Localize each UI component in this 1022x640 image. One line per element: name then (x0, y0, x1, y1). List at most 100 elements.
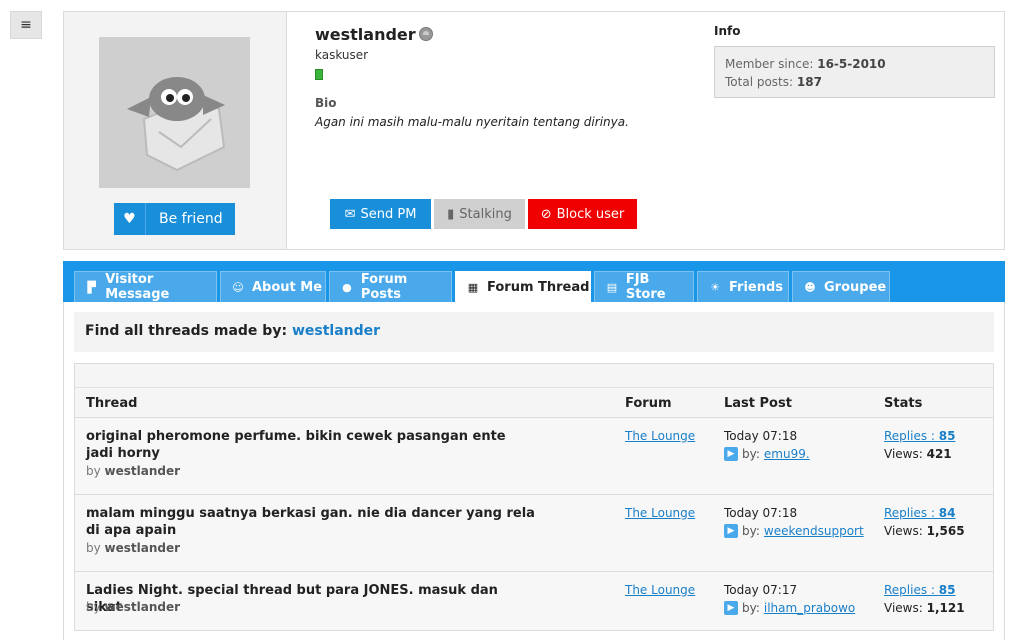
views-label: Views: (884, 601, 923, 615)
author-name: westlander (104, 541, 181, 555)
profile-card: ♥ Be friend westlander kaskuser Bio Agan… (63, 11, 1005, 250)
send-pm-label: Send PM (360, 206, 417, 222)
last-post-time: Today 07:18 (724, 506, 798, 520)
author-name: westlander (104, 600, 181, 614)
reputation-icon (315, 69, 323, 80)
tab-friends[interactable]: ☀ Friends (697, 271, 789, 302)
be-friend-label: Be friend (159, 211, 223, 227)
block-user-button[interactable]: ⊘ Block user (528, 199, 637, 229)
stalking-label: Stalking (459, 206, 512, 222)
last-post-by: ▶ by: ilham_prabowo (724, 601, 855, 615)
menu-button[interactable]: ≡ (10, 11, 42, 39)
arrow-right-icon[interactable]: ▶ (724, 447, 738, 461)
replies-count: 84 (938, 506, 956, 520)
tab-about-me[interactable]: ☺ About Me (220, 271, 326, 302)
last-post-user-link[interactable]: weekendsupport (764, 524, 864, 538)
find-threads-bar: Find all threads made by: westlander (74, 312, 994, 352)
author-name: westlander (104, 464, 181, 478)
hamburger-icon: ≡ (20, 17, 32, 33)
message-icon: ▛ (87, 280, 96, 294)
last-post-user-link[interactable]: emu99. (764, 447, 810, 461)
tab-label: Forum Posts (360, 272, 408, 302)
tab-label: Forum Thread (487, 279, 590, 295)
table-header: Thread Forum Last Post Stats (75, 388, 993, 418)
by-label: by (86, 600, 101, 614)
bulb-icon: ☀ (710, 280, 720, 294)
last-post-time: Today 07:17 (724, 583, 798, 597)
bio-text: Agan ini masih malu-malu nyeritain tenta… (315, 115, 629, 129)
table-toolbar (75, 364, 993, 388)
calendar-icon: ▦ (467, 280, 479, 294)
replies-label: Replies : (884, 506, 935, 520)
arrow-right-icon[interactable]: ▶ (724, 601, 738, 615)
table-row: Ladies Night. special thread but para JO… (75, 572, 993, 631)
heart-icon: ♥ (114, 203, 146, 235)
info-box: Member since: 16-5-2010 Total posts: 187 (714, 46, 995, 98)
bio-heading: Bio (315, 96, 337, 110)
tab-label: FJB Store (625, 272, 666, 302)
user-icon: ☺ (232, 280, 244, 294)
col-thread: Thread (86, 396, 138, 411)
offline-status-icon (419, 27, 433, 41)
avatar (99, 37, 250, 188)
last-post-user-link[interactable]: ilham_prabowo (764, 601, 855, 615)
be-friend-button[interactable]: ♥ Be friend (114, 203, 235, 235)
lp-by-label: by: (742, 601, 760, 615)
total-posts-label: Total posts: (725, 75, 794, 89)
col-last-post: Last Post (724, 396, 792, 411)
views-count: 421 (926, 447, 952, 461)
replies-count: 85 (938, 583, 956, 597)
by-label: by (86, 464, 101, 478)
envelope-icon: ✉ (344, 206, 356, 222)
member-since-value: 16-5-2010 (817, 57, 886, 71)
replies-link[interactable]: Replies : 84 (884, 506, 956, 520)
replies-label: Replies : (884, 429, 935, 443)
views-label: Views: (884, 447, 923, 461)
arrow-right-icon[interactable]: ▶ (724, 524, 738, 538)
stalking-button[interactable]: ▮ Stalking (434, 199, 525, 229)
tab-visitor-message[interactable]: ▛ Visitor Message (74, 271, 217, 302)
tab-forum-posts[interactable]: ● Forum Posts (329, 271, 452, 302)
group-icon: ☻ (804, 280, 816, 294)
tab-label: Groupee (824, 279, 887, 295)
member-since-line: Member since: 16-5-2010 (725, 55, 984, 73)
tab-fjb-store[interactable]: ▤ FJB Store (594, 271, 694, 302)
tab-content: Find all threads made by: westlander Thr… (63, 302, 1005, 640)
profile-tabs: ▛ Visitor Message ☺ About Me ● Forum Pos… (63, 261, 1005, 302)
views-count: 1,121 (926, 601, 965, 615)
replies-link[interactable]: Replies : 85 (884, 583, 956, 597)
find-user-link[interactable]: westlander (292, 323, 380, 339)
col-stats: Stats (884, 396, 923, 411)
tab-label: Visitor Message (105, 272, 170, 302)
replies-count: 85 (938, 429, 956, 443)
views-label: Views: (884, 524, 923, 538)
last-post-by: ▶ by: weekendsupport (724, 524, 864, 538)
avatar-column: ♥ Be friend (64, 12, 287, 249)
views-stat: Views: 1,121 (884, 601, 965, 615)
find-prefix: Find all threads made by: (85, 323, 288, 339)
col-forum: Forum (625, 396, 672, 411)
thread-title-link[interactable]: original pheromone perfume. bikin cewek … (86, 428, 536, 462)
block-user-label: Block user (556, 206, 625, 222)
last-post-time: Today 07:18 (724, 429, 798, 443)
send-pm-button[interactable]: ✉ Send PM (330, 199, 431, 229)
default-avatar-icon (127, 77, 226, 172)
info-heading: Info (714, 24, 741, 38)
replies-link[interactable]: Replies : 85 (884, 429, 956, 443)
thread-table: Thread Forum Last Post Stats original ph… (74, 363, 994, 631)
table-row: original pheromone perfume. bikin cewek … (75, 418, 993, 495)
thread-author: by westlander (86, 600, 180, 614)
table-row: malam minggu saatnya berkasi gan. nie di… (75, 495, 993, 572)
views-count: 1,565 (926, 524, 965, 538)
tab-groupee[interactable]: ☻ Groupee (792, 271, 890, 302)
forum-link[interactable]: The Lounge (625, 583, 695, 597)
thread-author: by westlander (86, 464, 180, 478)
forum-link[interactable]: The Lounge (625, 429, 695, 443)
tab-label: Friends (729, 279, 784, 295)
tab-forum-thread[interactable]: ▦ Forum Thread (455, 271, 591, 302)
total-posts-line: Total posts: 187 (725, 73, 984, 91)
thread-title-link[interactable]: malam minggu saatnya berkasi gan. nie di… (86, 505, 536, 539)
views-stat: Views: 1,565 (884, 524, 965, 538)
lp-by-label: by: (742, 524, 760, 538)
forum-link[interactable]: The Lounge (625, 506, 695, 520)
